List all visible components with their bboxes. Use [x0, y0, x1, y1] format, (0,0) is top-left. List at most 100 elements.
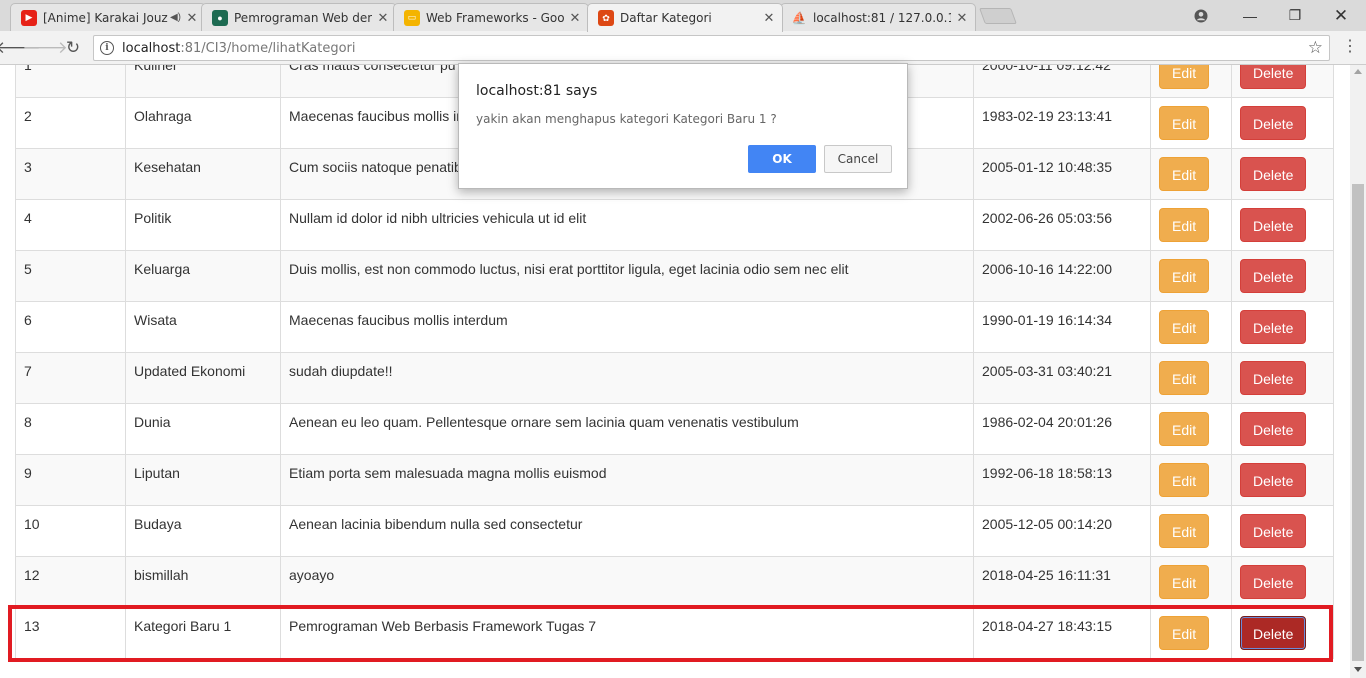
cell-edit: Edit: [1150, 454, 1232, 506]
cell-description: Duis mollis, est non commodo luctus, nis…: [280, 250, 974, 302]
youtube-icon: ▶: [21, 9, 37, 26]
codeigniter-icon: ✿: [598, 10, 614, 26]
ok-button[interactable]: OK: [748, 145, 816, 173]
delete-button[interactable]: Delete: [1240, 106, 1307, 140]
tab-title: Daftar Kategori: [620, 11, 712, 25]
tab-title: Web Frameworks - Goog: [426, 10, 564, 25]
cell-name: Politik: [125, 199, 281, 251]
edit-button[interactable]: Edit: [1159, 463, 1210, 497]
cell-name: bismillah: [125, 556, 281, 608]
delete-button[interactable]: Delete: [1240, 208, 1307, 242]
forward-icon[interactable]: 🡒: [22, 36, 68, 60]
edit-button[interactable]: Edit: [1159, 310, 1210, 344]
close-icon[interactable]: ✕: [376, 10, 390, 26]
audio-icon[interactable]: ◀): [170, 12, 181, 23]
minimize-icon[interactable]: —: [1227, 0, 1273, 31]
table-row: 13 Kategori Baru 1 Pemrograman Web Berbasi…: [15, 607, 1334, 659]
tab-phpmyadmin[interactable]: ⛵ localhost:81 / 127.0.0.1 / ✕: [780, 3, 976, 31]
delete-button[interactable]: Delete: [1240, 616, 1307, 650]
edit-button[interactable]: Edit: [1159, 65, 1210, 89]
bookmark-star-icon[interactable]: ☆: [1308, 38, 1323, 58]
delete-button[interactable]: Delete: [1240, 157, 1307, 191]
cell-delete: Delete: [1231, 97, 1334, 149]
close-icon[interactable]: ✕: [955, 10, 969, 26]
cell-name: Budaya: [125, 505, 281, 557]
table-row: 5 Keluarga Duis mollis, est non commodo lu…: [15, 250, 1334, 302]
new-tab-button[interactable]: [979, 8, 1017, 24]
cell-delete: Delete: [1231, 403, 1334, 455]
site-info-icon[interactable]: i: [100, 41, 114, 55]
cell-date: 2002-06-26 05:03:56: [973, 199, 1151, 251]
edit-button[interactable]: Edit: [1159, 514, 1210, 548]
table-row: 7 Updated Ekonomi sudah diupdate!! 2005-03-…: [15, 352, 1334, 404]
tab-anime[interactable]: ▶ [Anime] Karakai Jouzu ◀) ✕: [10, 3, 206, 31]
cell-id: 1: [15, 65, 126, 98]
cell-name: Kuliner: [125, 65, 281, 98]
delete-button[interactable]: Delete: [1240, 565, 1307, 599]
edit-button[interactable]: Edit: [1159, 361, 1210, 395]
cell-date: 1992-06-18 18:58:13: [973, 454, 1151, 506]
cell-edit: Edit: [1150, 301, 1232, 353]
delete-button[interactable]: Delete: [1240, 412, 1307, 446]
cell-id: 6: [15, 301, 126, 353]
cell-delete: Delete: [1231, 148, 1334, 200]
close-icon[interactable]: ✕: [762, 10, 776, 26]
delete-button[interactable]: Delete: [1240, 65, 1307, 89]
close-icon[interactable]: ✕: [185, 10, 199, 26]
delete-button[interactable]: Delete: [1240, 463, 1307, 497]
cell-id: 8: [15, 403, 126, 455]
cell-date: 2005-03-31 03:40:21: [973, 352, 1151, 404]
cell-date: 2005-01-12 10:48:35: [973, 148, 1151, 200]
edit-button[interactable]: Edit: [1159, 208, 1210, 242]
edit-button[interactable]: Edit: [1159, 157, 1210, 191]
delete-button[interactable]: Delete: [1240, 514, 1307, 548]
cell-delete: Delete: [1231, 505, 1334, 557]
cell-name: Dunia: [125, 403, 281, 455]
close-window-icon[interactable]: ✕: [1318, 0, 1364, 31]
slides-icon: ▭: [404, 9, 420, 26]
cell-name: Keluarga: [125, 250, 281, 302]
delete-button[interactable]: Delete: [1240, 259, 1307, 293]
cancel-button[interactable]: Cancel: [824, 145, 892, 173]
delete-button[interactable]: Delete: [1240, 310, 1307, 344]
classroom-icon: ●: [212, 9, 228, 26]
scroll-down-icon[interactable]: [1354, 667, 1362, 672]
cell-description: Maecenas faucibus mollis interdum: [280, 301, 974, 353]
delete-button[interactable]: Delete: [1240, 361, 1307, 395]
tab-pemrograman-web[interactable]: ● Pemrograman Web deng ✕: [201, 3, 397, 31]
tab-title: [Anime] Karakai Jouzu: [43, 10, 168, 25]
scrollbar-thumb[interactable]: [1352, 184, 1364, 661]
restore-icon[interactable]: ❐: [1272, 0, 1318, 31]
cell-name: Olahraga: [125, 97, 281, 149]
cell-id: 3: [15, 148, 126, 200]
tab-strip: ▶ [Anime] Karakai Jouzu ◀) ✕ ● Pemrogram…: [0, 0, 1366, 32]
cell-date: 2018-04-27 18:43:15: [973, 607, 1151, 659]
edit-button[interactable]: Edit: [1159, 412, 1210, 446]
close-icon[interactable]: ✕: [568, 10, 582, 26]
edit-button[interactable]: Edit: [1159, 616, 1210, 650]
cell-delete: Delete: [1231, 199, 1334, 251]
cell-edit: Edit: [1150, 352, 1232, 404]
reload-icon[interactable]: ↻: [61, 36, 85, 60]
cell-date: 2006-10-16 14:22:00: [973, 250, 1151, 302]
dialog-message: yakin akan menghapus kategori Kategori B…: [476, 112, 777, 126]
cell-delete: Delete: [1231, 556, 1334, 608]
menu-icon[interactable]: ⋮: [1340, 36, 1360, 60]
cell-edit: Edit: [1150, 505, 1232, 557]
url-text[interactable]: localhost:81/CI3/home/lihatKategori: [122, 41, 356, 56]
tab-daftar-kategori[interactable]: ✿ Daftar Kategori ✕: [587, 3, 783, 32]
url-path: :81/CI3/home/lihatKategori: [180, 40, 356, 56]
tab-web-frameworks[interactable]: ▭ Web Frameworks - Goog ✕: [393, 3, 589, 31]
edit-button[interactable]: Edit: [1159, 565, 1210, 599]
edit-button[interactable]: Edit: [1159, 259, 1210, 293]
profile-icon[interactable]: [1178, 0, 1224, 31]
edit-button[interactable]: Edit: [1159, 106, 1210, 140]
cell-id: 5: [15, 250, 126, 302]
scroll-up-icon[interactable]: [1354, 69, 1362, 74]
cell-description: Etiam porta sem malesuada magna mollis e…: [280, 454, 974, 506]
cell-description: Aenean lacinia bibendum nulla sed consec…: [280, 505, 974, 557]
cell-date: 1990-01-19 16:14:34: [973, 301, 1151, 353]
vertical-scrollbar[interactable]: [1350, 65, 1366, 678]
cell-date: 1983-02-19 23:13:41: [973, 97, 1151, 149]
address-bar[interactable]: i localhost:81/CI3/home/lihatKategori ☆: [93, 35, 1330, 61]
